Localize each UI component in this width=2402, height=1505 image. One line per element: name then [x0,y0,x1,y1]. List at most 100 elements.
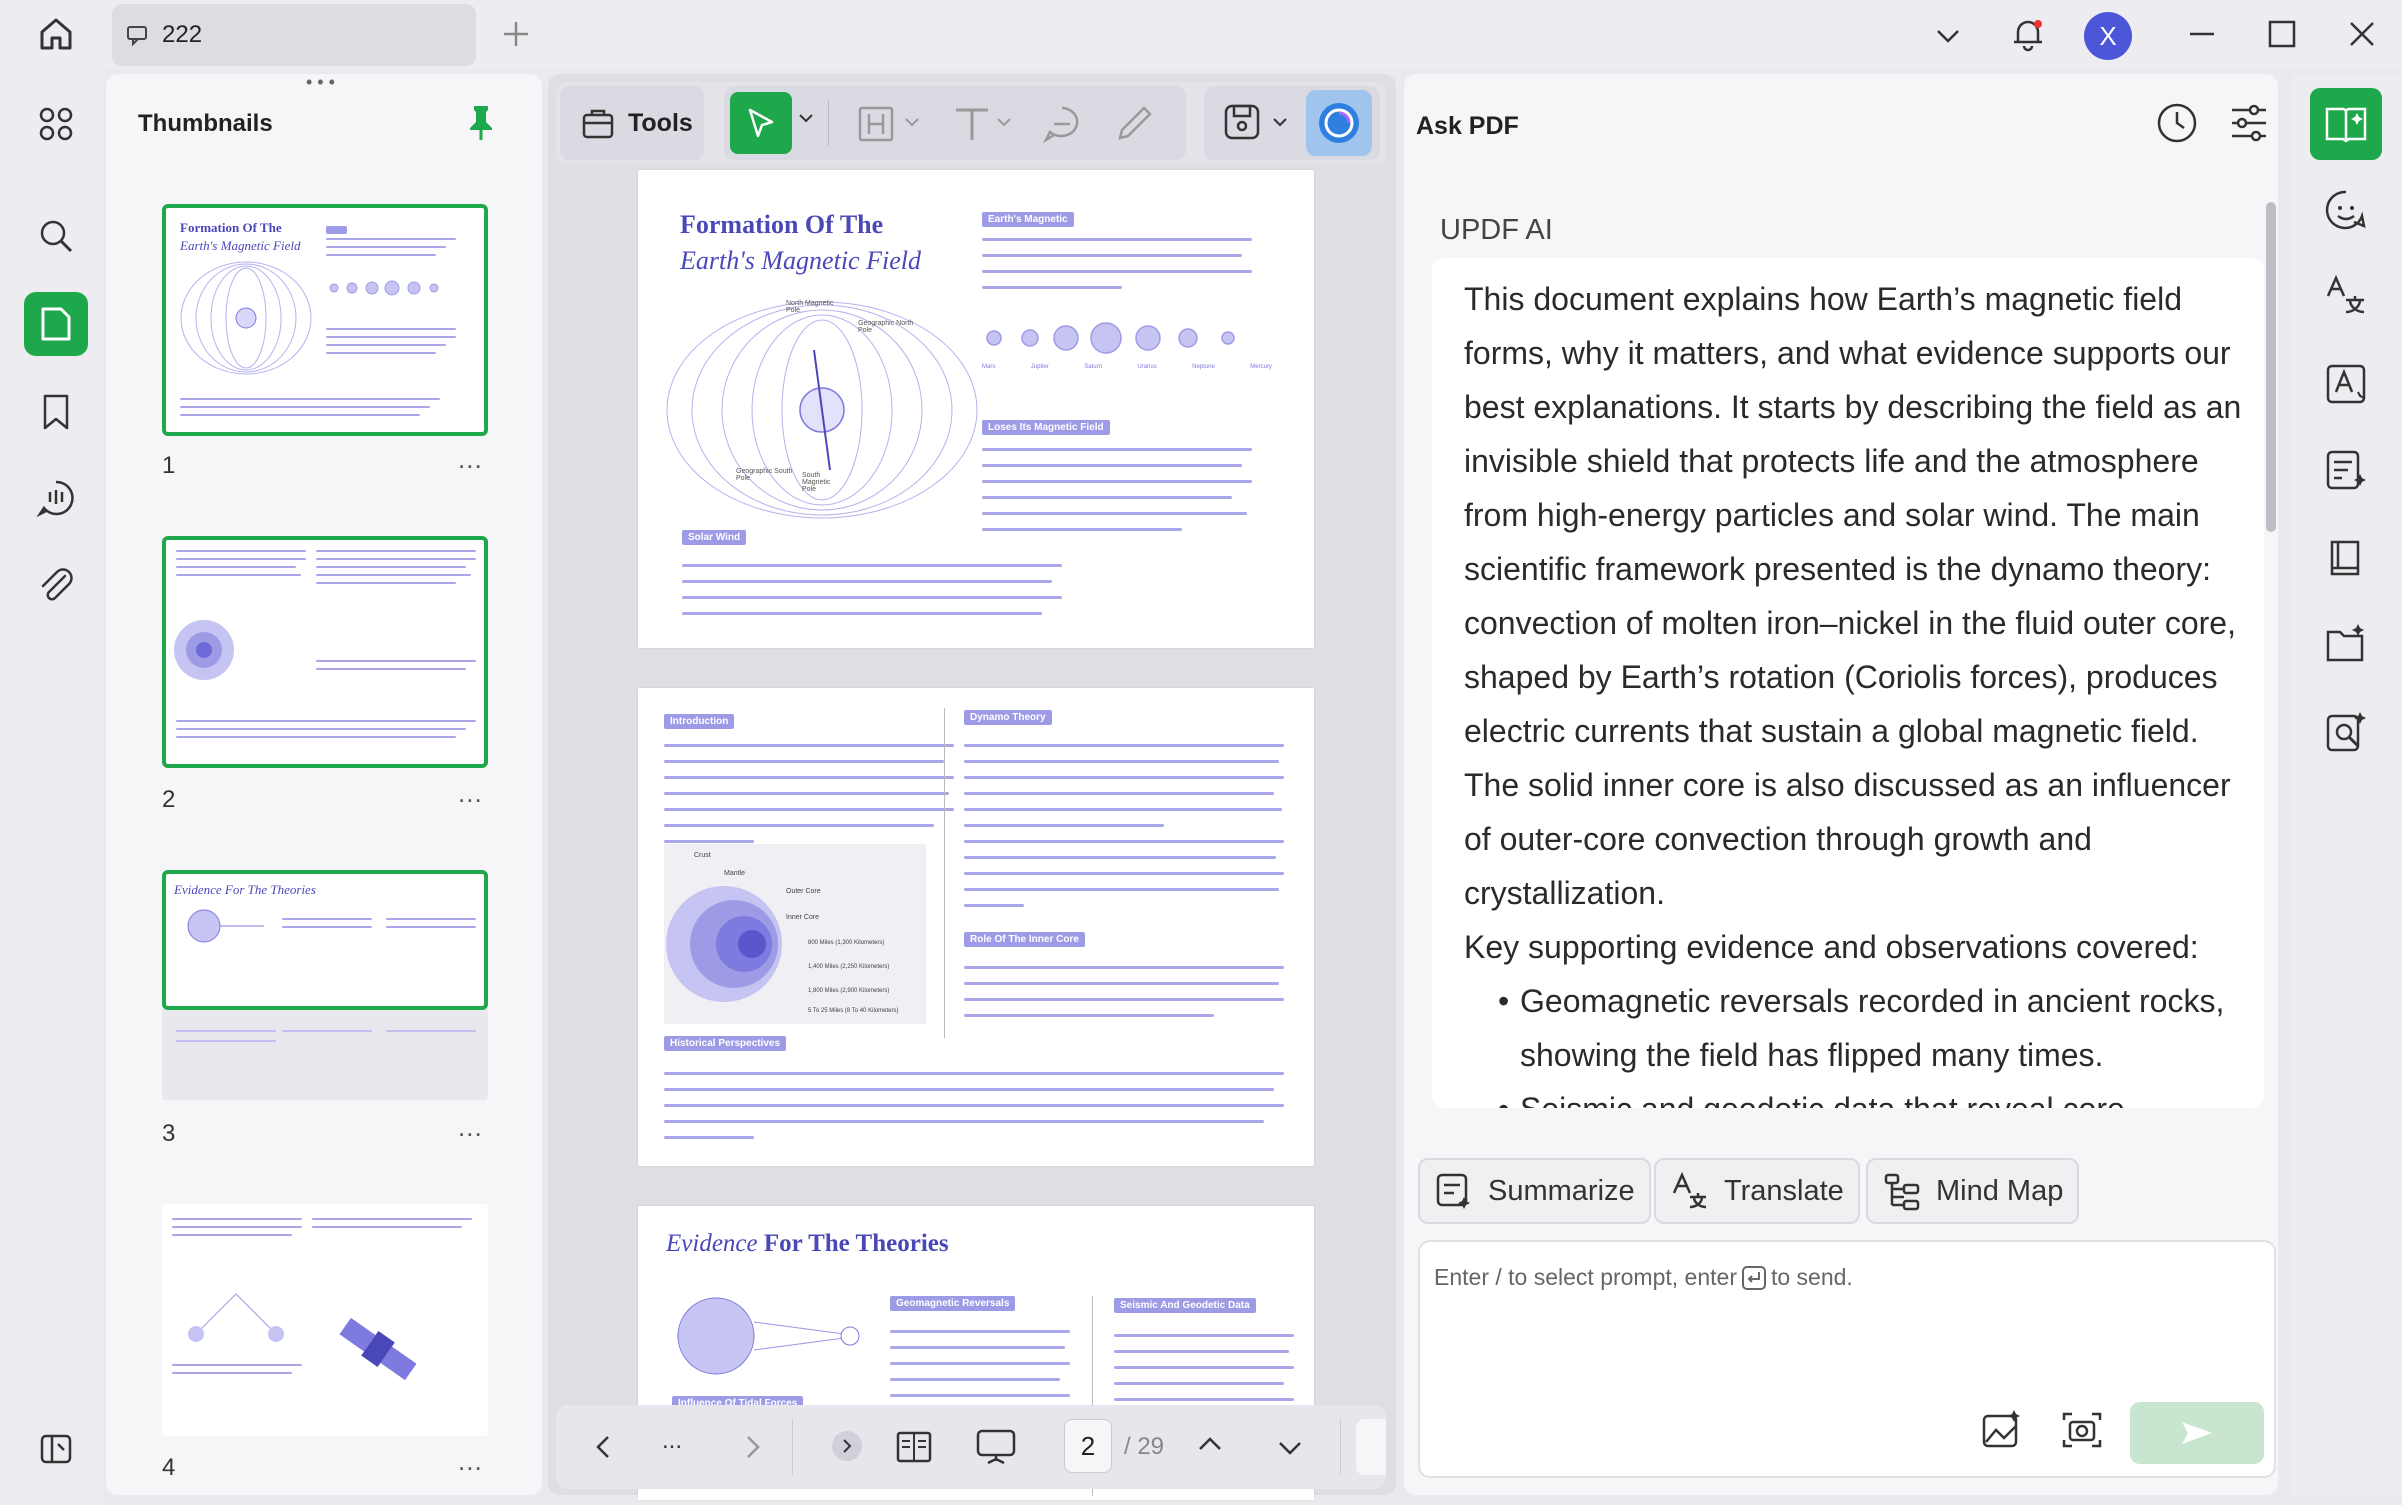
expand-circle-icon[interactable] [832,1431,862,1461]
grid-icon[interactable] [24,92,88,156]
ai-form-icon[interactable] [2310,434,2382,506]
label-mantle: Mantle [724,870,746,877]
panel-drag-handle[interactable]: • • • [306,73,346,91]
label-inner-core: Inner Core [786,914,820,921]
enter-key-icon [1741,1265,1766,1290]
zoom-control-stub[interactable] [1356,1419,1386,1475]
thumbnail-page-1[interactable]: Formation Of The Earth's Magnetic Field [162,204,488,436]
save-tool-group [1204,86,1380,160]
label-depth-2: 1,400 Miles (2,250 Kilometers) [808,964,890,970]
translate-button[interactable]: Translate [1654,1158,1860,1224]
close-icon[interactable] [2344,16,2380,52]
tag-geomagnetic-reversals: Geomagnetic Reversals [890,1296,1016,1311]
tag-introduction: Introduction [664,714,735,729]
comment-bubble-icon[interactable] [1042,104,1082,144]
avatar[interactable]: X [2084,12,2132,60]
ocr-text-icon[interactable] [2310,348,2382,420]
thumbnail-page-4[interactable] [162,1204,488,1436]
select-tool-dropdown-icon[interactable] [798,110,814,126]
tag-earths-magnetic: Earth's Magnetic [982,212,1074,227]
text-tool-dropdown-icon[interactable] [996,114,1012,130]
ai-folder-icon[interactable] [2310,608,2382,680]
left-rail [0,70,104,1505]
highlight-icon[interactable] [856,104,896,144]
mind-map-icon [1884,1173,1920,1211]
search-icon[interactable] [24,204,88,268]
ask-pdf-title: Ask PDF [1416,112,1519,140]
tag-loses-magnetic-field: Loses Its Magnetic Field [982,420,1110,435]
page1-title-line1: Formation Of The [680,210,884,239]
minimize-icon[interactable] [2184,16,2220,52]
bell-icon[interactable] [2008,14,2048,54]
pin-icon[interactable] [464,102,498,142]
translate-side-icon[interactable] [2310,260,2382,332]
thumbnail-page-3[interactable]: Evidence For The Theories [162,870,488,1100]
ai-label: UPDF AI [1440,214,1553,246]
home-icon[interactable] [36,14,76,54]
translate-icon [1672,1171,1707,1209]
send-button[interactable] [2130,1402,2264,1464]
save-dropdown-icon[interactable] [1272,114,1288,130]
settings-sliders-icon[interactable] [2226,100,2272,146]
highlight-dropdown-icon[interactable] [904,114,920,130]
thumb-page-number-2: 2 [162,786,176,813]
attachment-icon[interactable] [24,554,88,618]
page-layout-icon[interactable] [894,1427,934,1467]
pen-icon[interactable] [1114,104,1154,144]
label-depth-1: 800 Miles (1,300 Kilometers) [808,940,885,946]
ai-assistant-button[interactable] [1306,90,1372,156]
comment-icon [126,24,148,46]
history-more-button[interactable]: ... [662,1427,682,1455]
prompt-input[interactable]: Enter / to select prompt, enter to send. [1418,1240,2276,1478]
ai-search-document-icon[interactable] [2310,696,2382,768]
bookmark-icon[interactable] [24,380,88,444]
maximize-icon[interactable] [2264,16,2300,52]
label-depth-4: 5 To 25 Miles (8 To 40 Kilometers) [808,1008,899,1014]
planet-labels: Mars Jupiter Saturn Uranus Neptune Mercury [982,364,1272,370]
total-pages: / 29 [1124,1433,1165,1460]
label-crust: Crust [694,852,711,859]
back-icon[interactable] [586,1429,622,1465]
ask-pdf-icon[interactable] [2310,88,2382,160]
mind-map-button[interactable]: Mind Map [1866,1158,2080,1224]
image-ai-icon[interactable] [1980,1408,2024,1452]
forward-icon[interactable] [734,1429,770,1465]
answer-scrollbar[interactable] [2266,202,2276,532]
thumbnail-page-2[interactable] [162,536,488,768]
document-tab[interactable]: 222 [112,4,476,66]
thumb-4-more-button[interactable]: ... [458,1446,483,1477]
next-page-icon[interactable] [1272,1429,1308,1465]
planets-row [986,322,1235,354]
save-icon[interactable] [1222,102,1262,142]
new-tab-plus-icon[interactable] [498,16,534,52]
thumb-1-more-button[interactable]: ... [458,444,483,475]
tools-label: Tools [628,108,693,137]
text-tool-icon[interactable] [952,104,992,144]
screenshot-icon[interactable] [2060,1408,2104,1452]
chevron-down-icon[interactable] [1930,18,1966,54]
select-tool-button[interactable] [730,92,792,154]
tools-button[interactable]: Tools [560,86,704,160]
history-icon[interactable] [2154,100,2200,146]
current-page-input[interactable]: 2 [1064,1419,1112,1473]
thumbnails-title: Thumbnails [138,110,273,137]
comments-icon[interactable] [24,466,88,530]
reader-book-icon[interactable] [2310,522,2382,594]
prev-page-icon[interactable] [1192,1427,1228,1463]
answer-paragraph: This document explains how Earth’s magne… [1464,281,2242,911]
summarize-button[interactable]: Summarize [1418,1158,1651,1224]
thumb-2-more-button[interactable]: ... [458,778,483,809]
page-thumbnails-icon[interactable] [24,292,88,356]
sidebar-toggle-icon[interactable] [24,1416,88,1480]
thumb-3-more-button[interactable]: ... [458,1112,483,1143]
toolbar: Tools [556,82,1386,164]
thumbnails-panel: • • • Thumbnails Formation Of The Earth'… [106,73,542,1495]
selection-tool-group [724,86,1186,160]
ai-chat-icon[interactable] [2310,174,2382,246]
thumb-1-field-diagram [180,261,312,375]
bullet-item: •Seismic and geodetic data that reveal c… [1498,1082,2244,1108]
tag-role-inner-core: Role Of The Inner Core [964,932,1085,947]
presentation-icon[interactable] [974,1427,1018,1467]
evidence-heading: Key supporting evidence and observations… [1464,929,2199,965]
label-south-magnetic-pole: South Magnetic Pole [802,472,831,493]
